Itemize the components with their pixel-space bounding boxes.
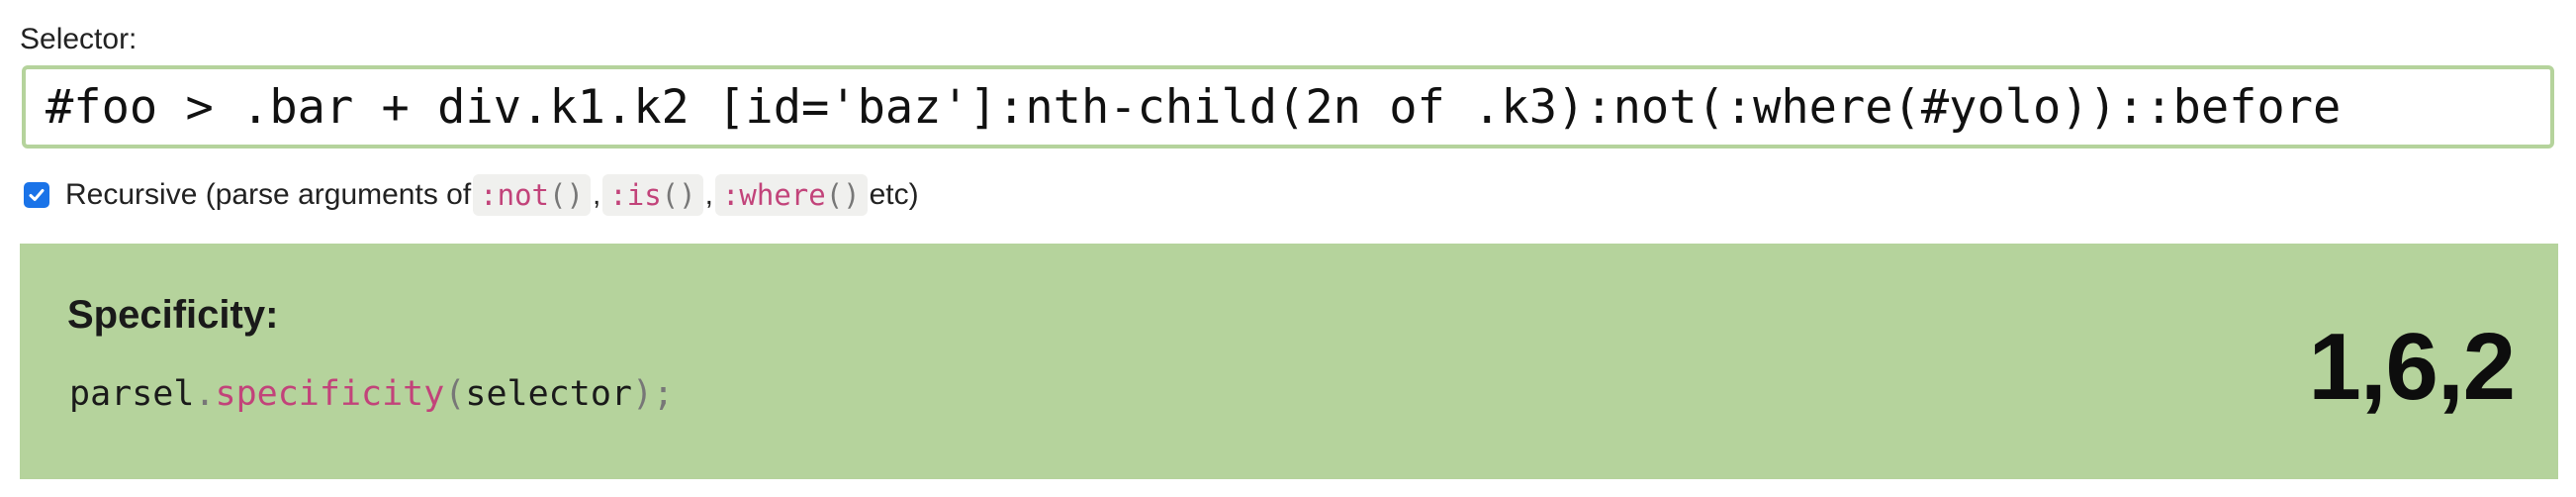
recursive-option[interactable]: Recursive (parse arguments of :not(), :i… <box>24 170 919 220</box>
checkmark-icon <box>29 189 45 201</box>
code-chip-is: :is() <box>602 174 703 216</box>
specificity-value: 1,6,2 <box>2308 314 2516 420</box>
recursive-label-prefix: Recursive (parse arguments of <box>65 178 472 211</box>
selector-label: Selector: <box>20 23 138 55</box>
code-chip-where: :where() <box>714 174 868 216</box>
result-panel: Specificity: parsel.specificity(selector… <box>20 244 2558 479</box>
separator: , <box>704 178 713 211</box>
recursive-label-suffix: etc) <box>869 178 919 211</box>
specificity-heading: Specificity: <box>67 293 279 337</box>
specificity-calculator: Selector: Recursive (parse arguments of … <box>20 0 2558 497</box>
code-chip-not: :not() <box>473 174 591 216</box>
recursive-checkbox[interactable] <box>24 182 49 208</box>
specificity-code: parsel.specificity(selector); <box>69 374 675 414</box>
separator: , <box>592 178 601 211</box>
selector-input[interactable] <box>22 65 2554 149</box>
